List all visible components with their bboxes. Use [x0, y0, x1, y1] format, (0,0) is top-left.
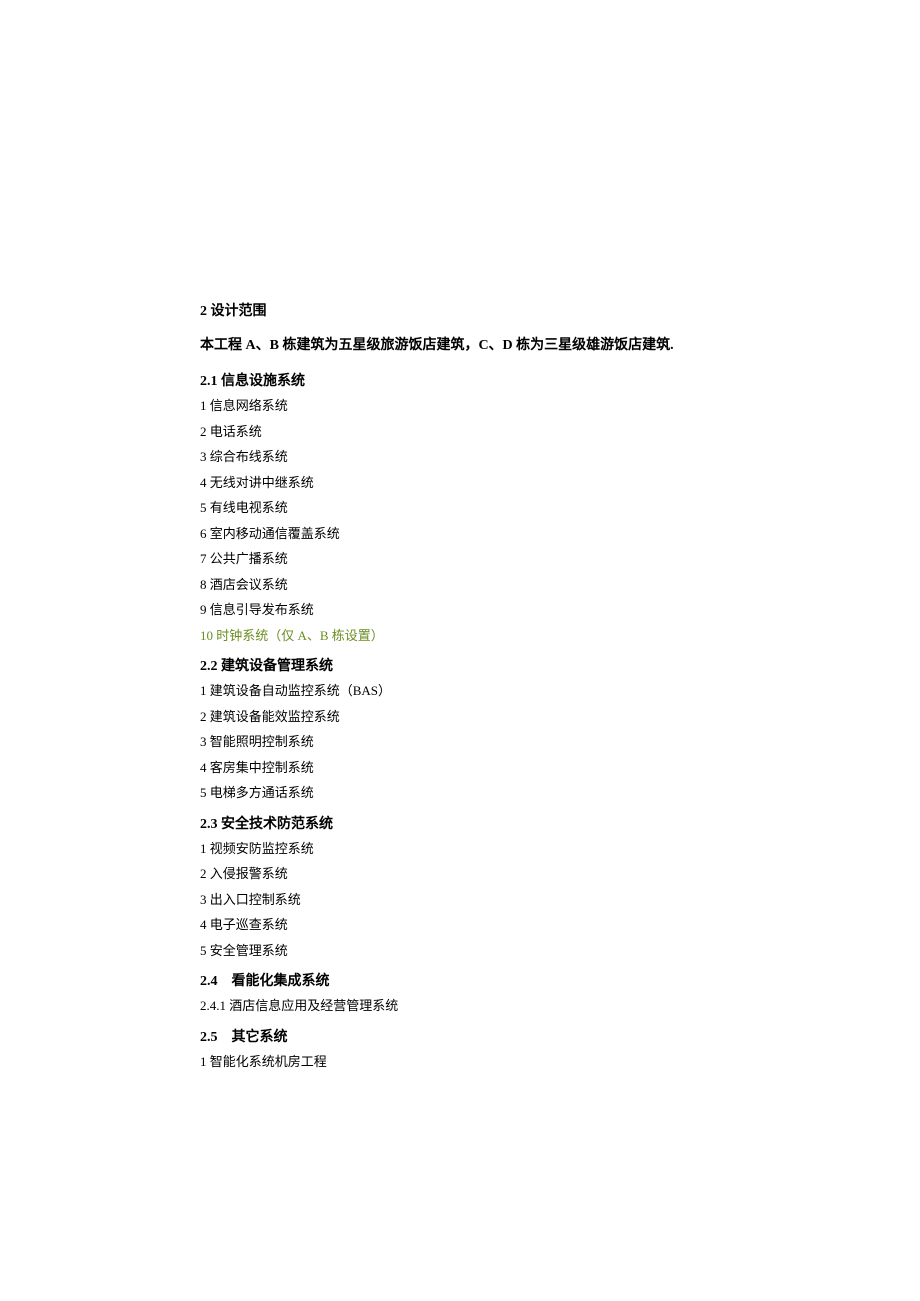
section-title: 2.4 看能化集成系统	[200, 970, 720, 990]
section-2-1: 2.1 信息设施系统 1 信息网络系统 2 电话系统 3 综合布线系统 4 无线…	[200, 370, 720, 645]
list-item: 9 信息引导发布系统	[200, 600, 720, 620]
list-item: 5 有线电视系统	[200, 498, 720, 518]
section-title: 2.2 建筑设备管理系统	[200, 655, 720, 675]
list-item: 3 智能照明控制系统	[200, 732, 720, 752]
section-2-2: 2.2 建筑设备管理系统 1 建筑设备自动监控系统（BAS） 2 建筑设备能效监…	[200, 655, 720, 803]
list-item: 2 建筑设备能效监控系统	[200, 707, 720, 727]
list-item: 3 出入口控制系统	[200, 890, 720, 910]
doc-heading: 2 设计范围	[200, 300, 720, 320]
list-item: 1 建筑设备自动监控系统（BAS）	[200, 681, 720, 701]
list-item-highlighted: 10 时钟系统（仅 A、B 栋设置）	[200, 626, 720, 646]
list-item: 3 综合布线系统	[200, 447, 720, 467]
list-item: 2.4.1 酒店信息应用及经营管理系统	[200, 996, 720, 1016]
list-item: 5 安全管理系统	[200, 941, 720, 961]
list-item: 4 无线对讲中继系统	[200, 473, 720, 493]
list-item: 4 电子巡查系统	[200, 915, 720, 935]
section-title: 2.3 安全技术防范系统	[200, 813, 720, 833]
section-2-4: 2.4 看能化集成系统 2.4.1 酒店信息应用及经营管理系统	[200, 970, 720, 1016]
list-item: 6 室内移动通信覆盖系统	[200, 524, 720, 544]
section-title: 2.5 其它系统	[200, 1026, 720, 1046]
list-item: 5 电梯多方通话系统	[200, 783, 720, 803]
list-item: 8 酒店会议系统	[200, 575, 720, 595]
list-item: 1 信息网络系统	[200, 396, 720, 416]
section-title: 2.1 信息设施系统	[200, 370, 720, 390]
doc-intro: 本工程 A、B 栋建筑为五星级旅游饭店建筑，C、D 栋为三星级雄游饭店建筑.	[200, 334, 720, 354]
list-item: 4 客房集中控制系统	[200, 758, 720, 778]
section-2-3: 2.3 安全技术防范系统 1 视频安防监控系统 2 入侵报警系统 3 出入口控制…	[200, 813, 720, 961]
list-item: 2 入侵报警系统	[200, 864, 720, 884]
list-item: 2 电话系统	[200, 422, 720, 442]
list-item: 7 公共广播系统	[200, 549, 720, 569]
section-2-5: 2.5 其它系统 1 智能化系统机房工程	[200, 1026, 720, 1072]
list-item: 1 智能化系统机房工程	[200, 1052, 720, 1072]
list-item: 1 视频安防监控系统	[200, 839, 720, 859]
